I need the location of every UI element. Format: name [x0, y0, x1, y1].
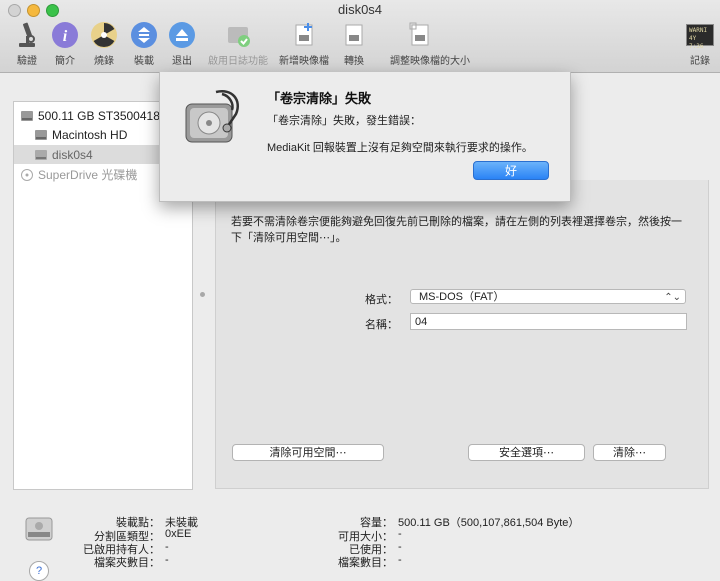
toolbar-resize-image-button[interactable]: 調整映像檔的大小 — [390, 20, 470, 67]
used-value: - — [398, 541, 402, 553]
security-options-button[interactable]: 安全選項⋯ — [468, 444, 585, 461]
erase-description: 若要不需清除卷宗便能夠避免回復先前已刪除的檔案，請在左側的列表裡選擇卷宗，然後按… — [231, 216, 682, 244]
volume-icon — [34, 129, 48, 141]
ok-button[interactable]: 好 — [473, 161, 549, 180]
folder-count-label: 檔案夾數目： — [94, 557, 160, 569]
owners-value: - — [165, 541, 169, 553]
split-view-handle[interactable] — [200, 292, 205, 297]
partition-type-value: 0xEE — [165, 528, 192, 540]
eject-icon — [167, 20, 197, 50]
alert-title: 「卷宗清除」失敗 — [267, 91, 372, 106]
new-image-icon — [289, 20, 319, 50]
volume-icon — [34, 149, 48, 161]
hard-disk-icon — [20, 110, 34, 122]
optical-drive-icon — [20, 168, 34, 181]
format-select[interactable]: MS-DOS（FAT） ⌃⌄ — [410, 289, 686, 304]
alert-message-1: 「卷宗清除」失敗，發生錯誤： — [267, 115, 421, 127]
folder-count-value: - — [165, 554, 169, 566]
file-count-value: - — [398, 554, 402, 566]
available-value: - — [398, 528, 402, 540]
svg-text:i: i — [63, 28, 68, 45]
disk-check-icon — [223, 20, 253, 50]
name-label: 名稱： — [365, 319, 398, 331]
toolbar-journaling-button[interactable]: 啟用日誌功能 — [208, 20, 268, 67]
toolbar-convert-button[interactable]: 轉換 — [324, 20, 384, 67]
disk-info-icon — [24, 514, 54, 547]
toolbar-eject-button[interactable]: 退出 — [152, 20, 212, 67]
erase-button[interactable]: 清除⋯ — [593, 444, 666, 461]
volume-name-input[interactable] — [410, 313, 687, 330]
window-title: disk0s4 — [337, 2, 383, 17]
resize-image-icon — [405, 20, 435, 50]
file-count-label: 檔案數目： — [338, 557, 393, 569]
alert-message-2: MediaKit 回報裝置上沒有足夠空間來執行要求的操作。 — [267, 142, 533, 154]
toolbar-log-button[interactable]: WARNI 4Y 7:36 記錄 — [670, 20, 720, 67]
format-label: 格式： — [365, 294, 398, 306]
convert-icon — [339, 20, 369, 50]
erase-failed-alert: 「卷宗清除」失敗 「卷宗清除」失敗，發生錯誤： MediaKit 回報裝置上沒有… — [159, 72, 571, 202]
disk-utility-stethoscope-icon — [180, 86, 246, 151]
chevron-updown-icon: ⌃⌄ — [664, 292, 681, 303]
toolbar: disk0s4 驗證 i 簡介 燒錄 裝載 退出 啟用日誌功能 新增映像檔 轉換… — [0, 0, 720, 73]
capacity-value: 500.11 GB（500,107,861,504 Byte） — [398, 517, 580, 529]
log-console-icon: WARNI 4Y 7:36 — [685, 20, 715, 50]
help-button[interactable]: ? — [29, 561, 49, 581]
erase-free-space-button[interactable]: 清除可用空間⋯ — [232, 444, 384, 461]
